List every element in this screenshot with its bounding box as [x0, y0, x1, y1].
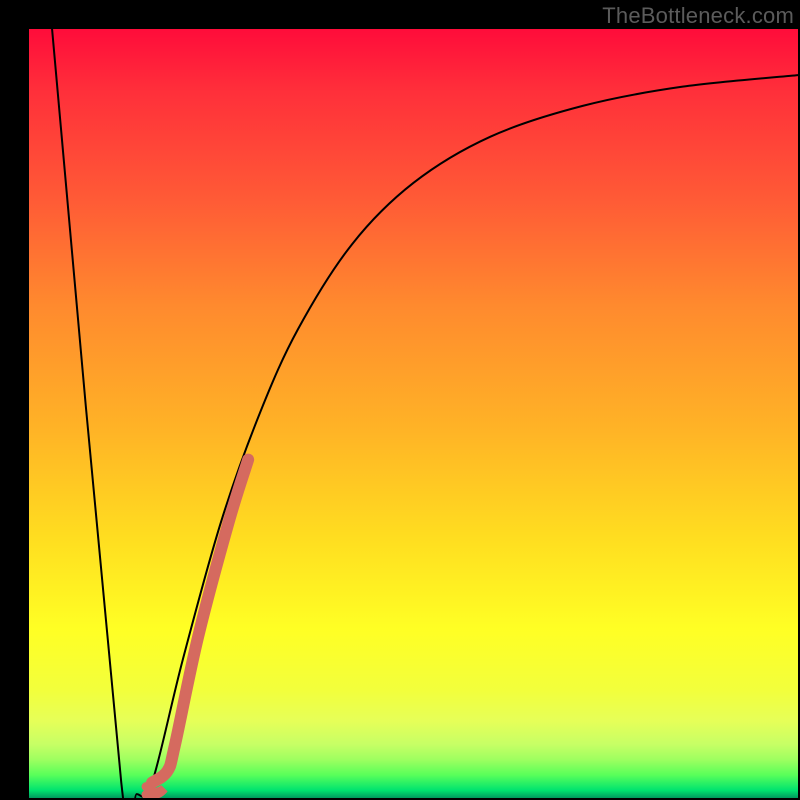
highlight-curl	[146, 787, 164, 795]
series-group	[52, 29, 798, 798]
bottleneck-curve	[52, 29, 798, 798]
chart-svg	[29, 29, 798, 798]
highlight-segment	[152, 460, 248, 783]
plot-area	[29, 29, 798, 798]
watermark-text: TheBottleneck.com	[602, 3, 794, 29]
chart-stage: TheBottleneck.com	[0, 0, 800, 800]
